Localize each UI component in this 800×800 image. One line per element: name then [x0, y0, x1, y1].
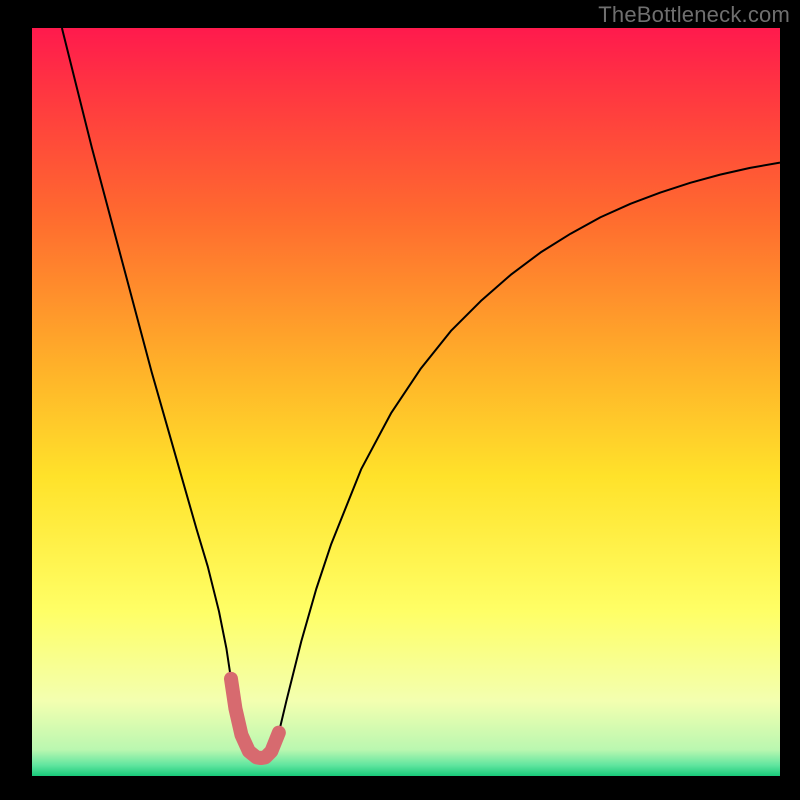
plot-area [32, 28, 780, 776]
chart-root: TheBottleneck.com [0, 0, 800, 800]
watermark-text: TheBottleneck.com [598, 2, 790, 28]
chart-svg [32, 28, 780, 776]
gradient-background [32, 28, 780, 776]
plot-frame [32, 28, 780, 776]
